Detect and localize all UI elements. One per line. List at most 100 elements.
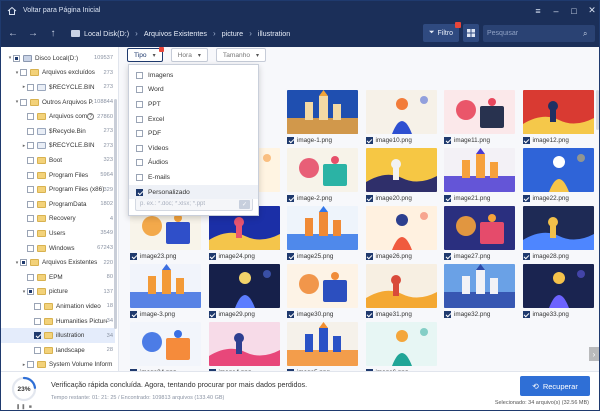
tree-checkbox[interactable] [27, 215, 34, 223]
tree-checkbox[interactable] [34, 332, 41, 340]
up-arrow-icon[interactable]: ↑ [45, 26, 61, 42]
thumbnail-image[interactable] [287, 148, 358, 192]
forward-arrow-icon[interactable]: → [25, 26, 41, 42]
thumbnail-image[interactable] [130, 264, 201, 308]
thumbnail-card[interactable]: image30.png [287, 264, 358, 320]
time-filter-dropdown[interactable]: Hora ▾ [170, 48, 208, 62]
custom-extension-input[interactable] [136, 201, 236, 207]
type-option[interactable]: E-mails [129, 170, 258, 185]
tree-checkbox[interactable] [27, 156, 34, 164]
thumbnail-image[interactable] [522, 206, 594, 250]
thumbnail-checkbox[interactable] [522, 253, 530, 260]
thumbnail-card[interactable]: image28.png [522, 206, 594, 262]
thumbnail-checkbox[interactable] [522, 137, 530, 144]
thumbnail-card[interactable]: image29.png [208, 264, 280, 320]
filter-button[interactable]: ⏷ Filtro [423, 22, 461, 42]
thumbnail-card[interactable]: image25.png [287, 206, 358, 262]
tree-checkbox[interactable] [27, 361, 34, 369]
type-option[interactable]: PDF [129, 126, 258, 141]
chevron-right-icon[interactable]: › [589, 347, 599, 361]
thumbnail-card[interactable]: image10.png [365, 90, 437, 146]
tree-item[interactable]: ▾ Arquivos excluídos 273 [1, 66, 115, 81]
size-filter-dropdown[interactable]: Tamanho ▾ [215, 48, 267, 62]
tree-item[interactable]: ▸ System Volume Inform... [1, 358, 115, 371]
tree-checkbox[interactable] [27, 273, 34, 281]
breadcrumb-item[interactable]: picture [222, 29, 244, 38]
tree-checkbox[interactable] [27, 200, 34, 208]
search-input[interactable] [487, 30, 583, 37]
vertical-scrollbar[interactable] [596, 90, 599, 130]
thumbnail-image[interactable] [522, 148, 594, 192]
minimize-icon[interactable]: – [547, 1, 565, 20]
tree-item[interactable]: ▾ Arquivos Existentes 220 [1, 255, 115, 270]
tree-checkbox[interactable] [20, 259, 27, 267]
back-arrow-icon[interactable]: ← [5, 26, 21, 42]
tree-item[interactable]: Program Files (x86) 329 [1, 182, 115, 197]
tree-checkbox[interactable] [27, 244, 34, 252]
thumbnail-checkbox[interactable] [130, 253, 137, 260]
thumbnail-card[interactable]: image6.png [365, 322, 437, 371]
tree-item[interactable]: ProgramData 1802 [1, 197, 115, 212]
thumbnail-image[interactable] [522, 90, 594, 134]
pause-icon[interactable]: ❚❚ ■ [16, 404, 33, 410]
thumbnail-checkbox[interactable] [287, 311, 294, 318]
tree-item[interactable]: ▸ $RECYCLE.BIN 273 [1, 139, 115, 154]
thumbnail-checkbox[interactable] [365, 253, 373, 260]
thumbnail-checkbox[interactable] [444, 137, 451, 144]
thumbnail-image[interactable] [365, 148, 437, 192]
tree-checkbox[interactable] [34, 346, 41, 354]
type-option-checkbox[interactable] [136, 115, 143, 123]
thumbnail-image[interactable] [522, 264, 594, 308]
breadcrumb-item[interactable]: Arquivos Existentes [144, 29, 207, 38]
tree-item[interactable]: $Recycle.Bin 273 [1, 124, 115, 139]
type-option-checkbox[interactable] [136, 188, 143, 196]
type-option[interactable]: Word [129, 83, 258, 98]
tree-item[interactable]: illustration 34 [1, 328, 115, 343]
breadcrumb-item[interactable]: Local Disk(D:) [84, 29, 129, 38]
thumbnail-card[interactable]: image33.png [522, 264, 594, 320]
tree-item[interactable]: landscape 28 [1, 343, 115, 358]
type-option[interactable]: Personalizado [129, 184, 258, 200]
confirm-check-icon[interactable]: ✓ [239, 200, 250, 209]
thumbnail-image[interactable] [365, 322, 437, 366]
thumbnail-image[interactable] [365, 206, 437, 250]
search-icon[interactable]: ⌕ [583, 29, 587, 39]
tree-item[interactable]: EPM 80 [1, 270, 115, 285]
thumbnail-checkbox[interactable] [208, 253, 216, 260]
tree-checkbox[interactable] [20, 98, 27, 106]
tree-checkbox[interactable] [13, 54, 20, 62]
tree-checkbox[interactable] [27, 142, 34, 150]
tree-checkbox[interactable] [20, 69, 27, 77]
tree-item[interactable]: Recovery 4 [1, 212, 115, 227]
tree-checkbox[interactable] [27, 229, 34, 237]
thumbnail-card[interactable]: image12.png [522, 90, 594, 146]
type-option-checkbox[interactable] [136, 159, 143, 167]
type-option-checkbox[interactable] [136, 144, 143, 152]
type-option-checkbox[interactable] [136, 173, 143, 181]
thumbnail-image[interactable] [444, 90, 515, 134]
type-option[interactable]: PPT [129, 97, 258, 112]
thumbnail-card[interactable]: image5.png [287, 322, 358, 371]
thumbnail-card[interactable]: image32.png [444, 264, 515, 320]
close-icon[interactable]: ✕ [583, 1, 599, 20]
thumbnail-card[interactable]: image27.png [444, 206, 515, 262]
thumbnail-card[interactable]: image21.png [444, 148, 515, 204]
type-option[interactable]: Excel [129, 112, 258, 127]
tree-checkbox[interactable] [27, 288, 34, 296]
thumbnail-card[interactable]: image22.png [522, 148, 594, 204]
type-option[interactable]: Áudios [129, 156, 258, 171]
thumbnail-image[interactable] [287, 206, 358, 250]
recover-button[interactable]: ⟲ Recuperar [520, 376, 590, 396]
thumbnail-image[interactable] [208, 322, 280, 366]
thumbnail-checkbox[interactable] [287, 253, 294, 260]
thumbnail-image[interactable] [444, 206, 515, 250]
type-option-checkbox[interactable] [136, 130, 143, 138]
tree-item[interactable]: Boot 323 [1, 153, 115, 168]
thumbnail-card[interactable]: image4.png [208, 322, 280, 371]
thumbnail-card[interactable]: image-3.png [130, 264, 201, 320]
type-option-checkbox[interactable] [136, 100, 143, 108]
search-box[interactable]: ⌕ [483, 25, 595, 42]
tree-item[interactable]: Users 3549 [1, 226, 115, 241]
thumbnail-checkbox[interactable] [208, 311, 216, 318]
thumbnail-checkbox[interactable] [444, 253, 451, 260]
